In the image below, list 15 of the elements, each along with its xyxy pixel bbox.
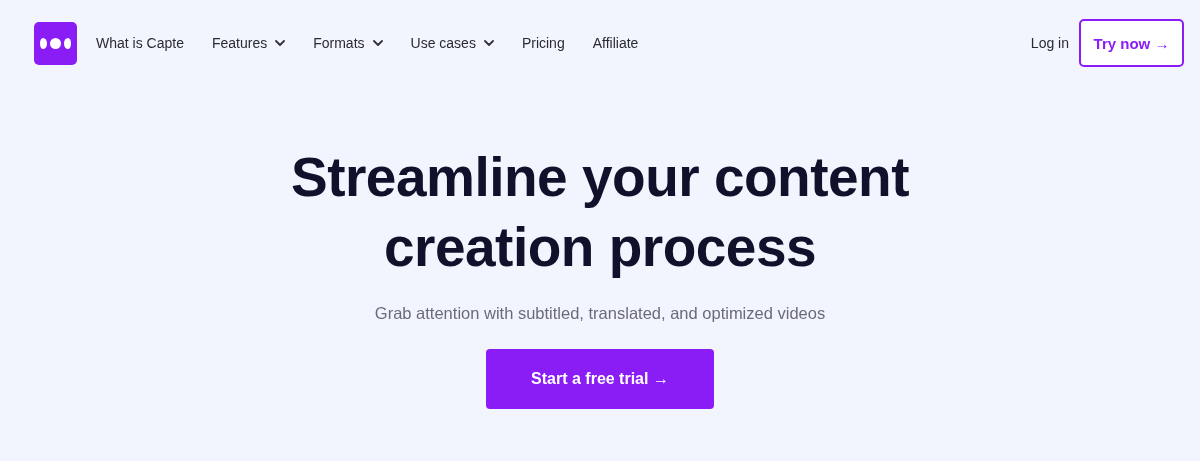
- start-trial-button[interactable]: Start a free trial →: [486, 349, 714, 409]
- caret-icon: [275, 40, 286, 46]
- hero-subtitle: Grab attention with subtitled, translated, and optimized videos: [374, 304, 826, 323]
- caret-icon: [372, 40, 383, 46]
- nav-link[interactable]: Features: [211, 35, 286, 51]
- logo-icon[interactable]: [34, 21, 77, 65]
- login-link[interactable]: Log in: [1030, 35, 1069, 51]
- nav-link[interactable]: Use cases: [410, 35, 494, 51]
- caret-icon: [483, 40, 494, 46]
- nav-link[interactable]: Affiliate: [592, 35, 639, 51]
- nav-link[interactable]: What is Capte: [96, 35, 184, 51]
- try-now-button[interactable]: Try now →: [1079, 19, 1184, 67]
- nav-link[interactable]: Pricing: [521, 35, 565, 51]
- hero-heading: Streamline your content creation process: [289, 145, 911, 280]
- nav-link[interactable]: Formats: [313, 35, 383, 51]
